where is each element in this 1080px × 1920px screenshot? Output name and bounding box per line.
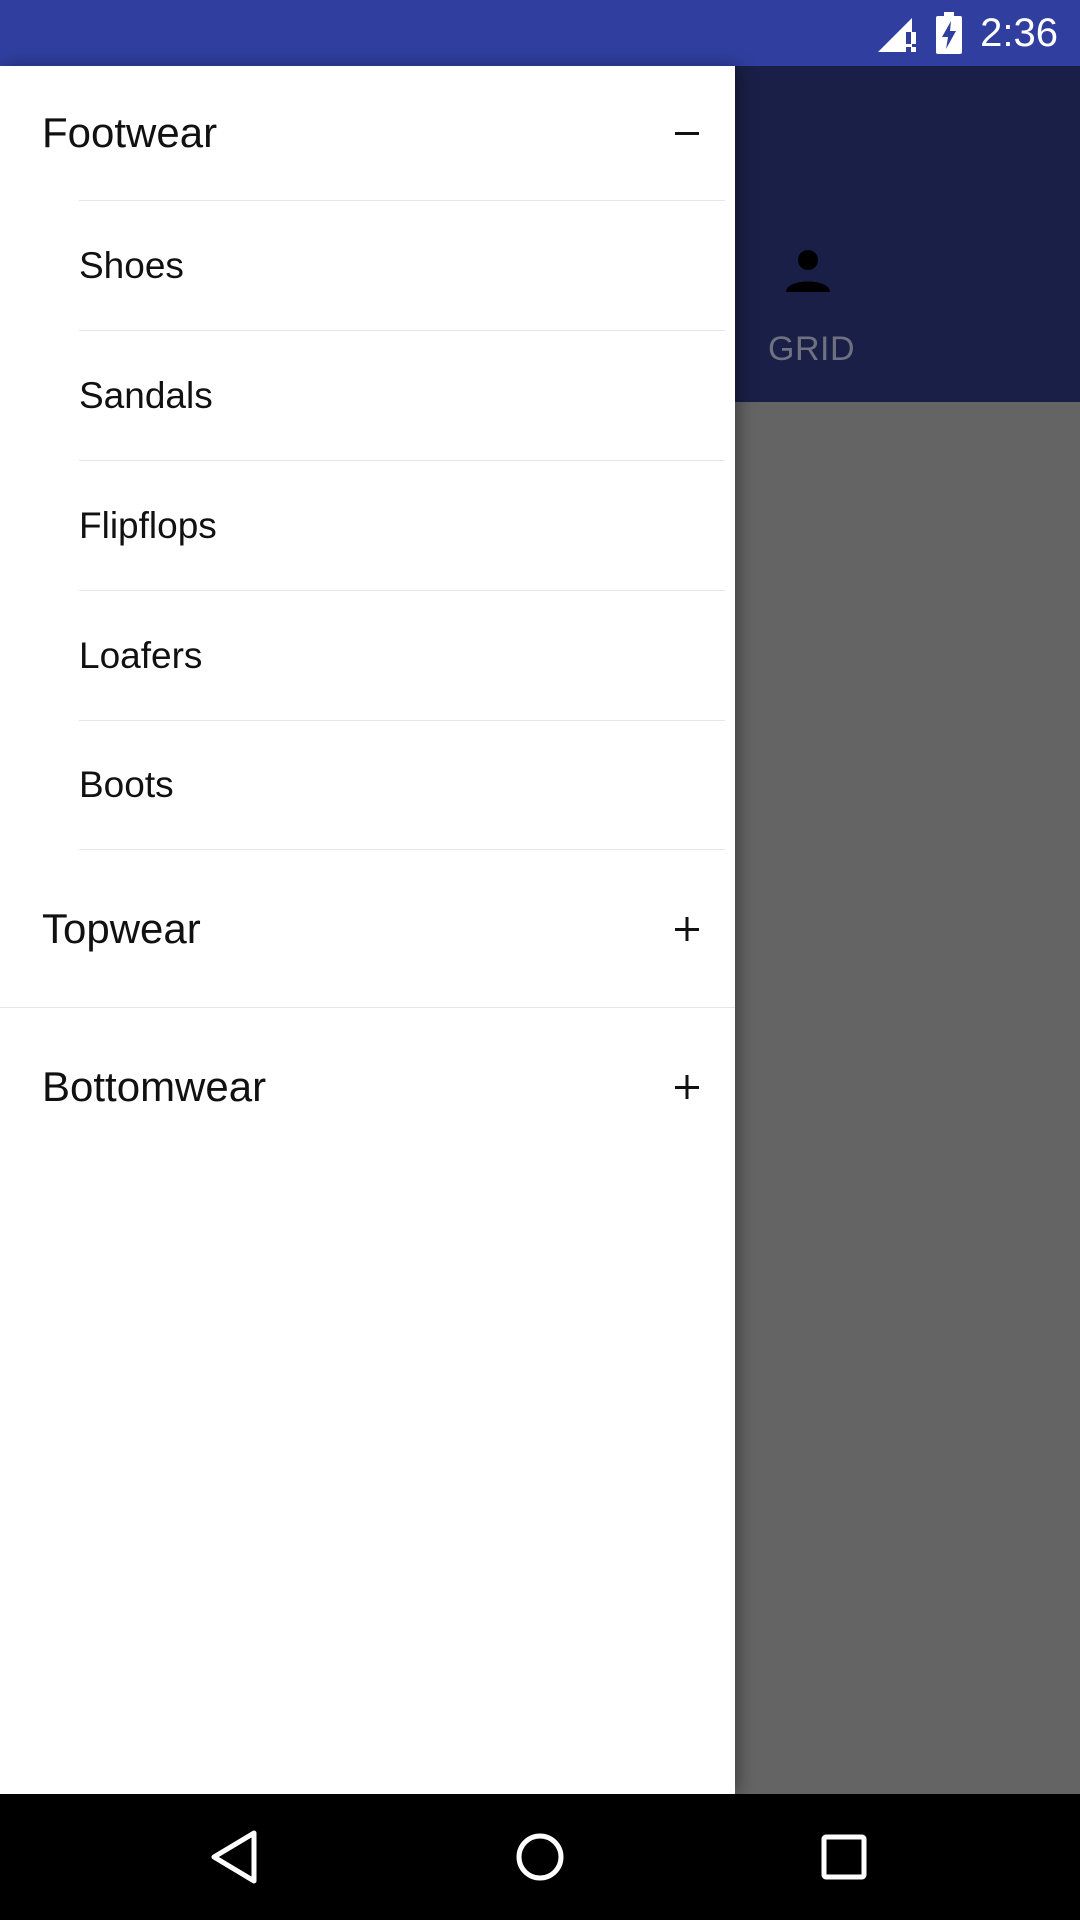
navigation-drawer: Footwear Shoes Sandals Flipflops Loafers…	[0, 66, 735, 1794]
group-topwear-label: Topwear	[42, 904, 201, 952]
group-topwear[interactable]: Topwear	[0, 850, 735, 1008]
recents-icon[interactable]	[814, 1827, 874, 1887]
list-item-boots[interactable]: Boots	[79, 720, 725, 850]
list-item-sandals[interactable]: Sandals	[79, 330, 725, 460]
tab-grid[interactable]: GRID	[740, 66, 880, 402]
tab-grid-label: GRID	[768, 330, 855, 368]
system-nav-bar	[0, 1794, 1080, 1920]
person-icon	[786, 250, 830, 292]
plus-icon[interactable]	[671, 913, 703, 945]
home-icon[interactable]	[510, 1827, 570, 1887]
footwear-sub-list: Shoes Sandals Flipflops Loafers Boots	[0, 200, 735, 850]
status-bar: 2:36	[0, 0, 1080, 66]
group-footwear[interactable]: Footwear	[0, 66, 735, 200]
status-time: 2:36	[980, 11, 1058, 55]
list-item-loafers[interactable]: Loafers	[79, 590, 725, 720]
group-bottomwear-label: Bottomwear	[42, 1063, 267, 1110]
group-footwear-label: Footwear	[42, 109, 218, 156]
plus-icon[interactable]	[671, 1071, 703, 1103]
group-bottomwear[interactable]: Bottomwear	[0, 1008, 735, 1166]
screen: 2:36 GRID Footwear Shoes Sandals Flipflo…	[0, 0, 1080, 1920]
battery-charging-icon	[936, 12, 963, 54]
list-item-flipflops[interactable]: Flipflops	[79, 460, 725, 590]
list-item-shoes[interactable]: Shoes	[79, 200, 725, 330]
signal-no-data-icon	[878, 18, 917, 52]
minus-icon[interactable]	[671, 117, 703, 149]
back-icon[interactable]	[206, 1827, 266, 1887]
